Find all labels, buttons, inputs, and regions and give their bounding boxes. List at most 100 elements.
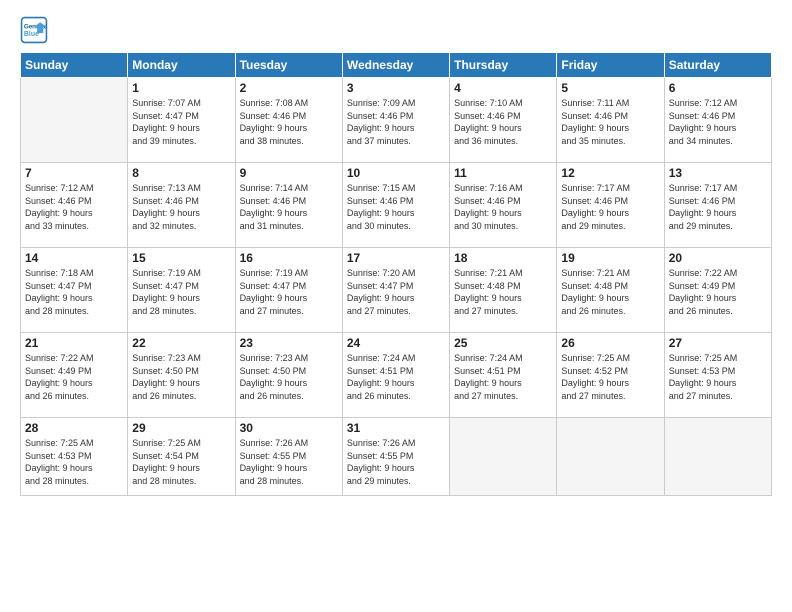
cell-info: Sunrise: 7:08 AMSunset: 4:46 PMDaylight:… — [240, 97, 338, 147]
day-number: 9 — [240, 166, 338, 180]
header-row: SundayMondayTuesdayWednesdayThursdayFrid… — [21, 53, 772, 78]
cell-info: Sunrise: 7:12 AMSunset: 4:46 PMDaylight:… — [669, 97, 767, 147]
day-number: 20 — [669, 251, 767, 265]
day-number: 13 — [669, 166, 767, 180]
calendar-cell: 14 Sunrise: 7:18 AMSunset: 4:47 PMDayligh… — [21, 248, 128, 333]
cell-info: Sunrise: 7:15 AMSunset: 4:46 PMDaylight:… — [347, 182, 445, 232]
calendar-cell: 24 Sunrise: 7:24 AMSunset: 4:51 PMDayligh… — [342, 333, 449, 418]
calendar-cell: 2Sunrise: 7:08 AMSunset: 4:46 PMDaylight… — [235, 78, 342, 163]
calendar-cell: 8 Sunrise: 7:13 AMSunset: 4:46 PMDaylight… — [128, 163, 235, 248]
cell-info: Sunrise: 7:25 AMSunset: 4:53 PMDaylight:… — [25, 437, 123, 487]
calendar-cell: 27Sunrise: 7:25 AMSunset: 4:53 PMDayligh… — [664, 333, 771, 418]
day-number: 21 — [25, 336, 123, 350]
day-number: 11 — [454, 166, 552, 180]
cell-info: Sunrise: 7:10 AMSunset: 4:46 PMDaylight:… — [454, 97, 552, 147]
day-number: 6 — [669, 81, 767, 95]
calendar-cell: 25Sunrise: 7:24 AMSunset: 4:51 PMDayligh… — [450, 333, 557, 418]
cell-info: Sunrise: 7:22 AMSunset: 4:49 PMDaylight:… — [669, 267, 767, 317]
col-header-wednesday: Wednesday — [342, 53, 449, 78]
day-number: 24 — [347, 336, 445, 350]
col-header-tuesday: Tuesday — [235, 53, 342, 78]
calendar-cell: 11Sunrise: 7:16 AMSunset: 4:46 PMDayligh… — [450, 163, 557, 248]
day-number: 26 — [561, 336, 659, 350]
day-number: 1 — [132, 81, 230, 95]
calendar-cell: 12 Sunrise: 7:17 AMSunset: 4:46 PMDayligh… — [557, 163, 664, 248]
col-header-saturday: Saturday — [664, 53, 771, 78]
col-header-sunday: Sunday — [21, 53, 128, 78]
calendar-cell: 9 Sunrise: 7:14 AMSunset: 4:46 PMDaylight… — [235, 163, 342, 248]
col-header-thursday: Thursday — [450, 53, 557, 78]
day-number: 5 — [561, 81, 659, 95]
week-row-2: 7 Sunrise: 7:12 AMSunset: 4:46 PMDaylight… — [21, 163, 772, 248]
calendar-cell: 7 Sunrise: 7:12 AMSunset: 4:46 PMDaylight… — [21, 163, 128, 248]
day-number: 22 — [132, 336, 230, 350]
col-header-friday: Friday — [557, 53, 664, 78]
cell-info: Sunrise: 7:09 AMSunset: 4:46 PMDaylight:… — [347, 97, 445, 147]
page: General Blue SundayMondayTuesdayWednesda… — [0, 0, 792, 612]
calendar-cell: 28 Sunrise: 7:25 AMSunset: 4:53 PMDayligh… — [21, 418, 128, 496]
cell-info: Sunrise: 7:18 AMSunset: 4:47 PMDaylight:… — [25, 267, 123, 317]
calendar-cell: 4Sunrise: 7:10 AMSunset: 4:46 PMDaylight… — [450, 78, 557, 163]
day-number: 28 — [25, 421, 123, 435]
logo-icon: General Blue — [20, 16, 48, 44]
cell-info: Sunrise: 7:19 AMSunset: 4:47 PMDaylight:… — [240, 267, 338, 317]
day-number: 3 — [347, 81, 445, 95]
calendar: SundayMondayTuesdayWednesdayThursdayFrid… — [20, 52, 772, 496]
calendar-cell: 22 Sunrise: 7:23 AMSunset: 4:50 PMDayligh… — [128, 333, 235, 418]
week-row-4: 21 Sunrise: 7:22 AMSunset: 4:49 PMDayligh… — [21, 333, 772, 418]
cell-info: Sunrise: 7:14 AMSunset: 4:46 PMDaylight:… — [240, 182, 338, 232]
cell-info: Sunrise: 7:26 AMSunset: 4:55 PMDaylight:… — [347, 437, 445, 487]
day-number: 18 — [454, 251, 552, 265]
calendar-cell: 30 Sunrise: 7:26 AMSunset: 4:55 PMDayligh… — [235, 418, 342, 496]
calendar-cell — [450, 418, 557, 496]
day-number: 30 — [240, 421, 338, 435]
cell-info: Sunrise: 7:25 AMSunset: 4:53 PMDaylight:… — [669, 352, 767, 402]
svg-text:Blue: Blue — [24, 31, 39, 38]
day-number: 19 — [561, 251, 659, 265]
cell-info: Sunrise: 7:21 AMSunset: 4:48 PMDaylight:… — [454, 267, 552, 317]
calendar-cell: 10 Sunrise: 7:15 AMSunset: 4:46 PMDayligh… — [342, 163, 449, 248]
calendar-cell: 16 Sunrise: 7:19 AMSunset: 4:47 PMDayligh… — [235, 248, 342, 333]
calendar-cell: 31 Sunrise: 7:26 AMSunset: 4:55 PMDayligh… — [342, 418, 449, 496]
calendar-cell: 26Sunrise: 7:25 AMSunset: 4:52 PMDayligh… — [557, 333, 664, 418]
calendar-cell: 6 Sunrise: 7:12 AMSunset: 4:46 PMDaylight… — [664, 78, 771, 163]
svg-text:General: General — [24, 23, 47, 30]
day-number: 15 — [132, 251, 230, 265]
header: General Blue — [20, 16, 772, 44]
day-number: 23 — [240, 336, 338, 350]
calendar-cell: 19 Sunrise: 7:21 AMSunset: 4:48 PMDayligh… — [557, 248, 664, 333]
cell-info: Sunrise: 7:21 AMSunset: 4:48 PMDaylight:… — [561, 267, 659, 317]
day-number: 8 — [132, 166, 230, 180]
cell-info: Sunrise: 7:23 AMSunset: 4:50 PMDaylight:… — [240, 352, 338, 402]
day-number: 12 — [561, 166, 659, 180]
calendar-cell: 3 Sunrise: 7:09 AMSunset: 4:46 PMDaylight… — [342, 78, 449, 163]
calendar-cell: 18 Sunrise: 7:21 AMSunset: 4:48 PMDayligh… — [450, 248, 557, 333]
cell-info: Sunrise: 7:17 AMSunset: 4:46 PMDaylight:… — [561, 182, 659, 232]
cell-info: Sunrise: 7:26 AMSunset: 4:55 PMDaylight:… — [240, 437, 338, 487]
cell-info: Sunrise: 7:23 AMSunset: 4:50 PMDaylight:… — [132, 352, 230, 402]
cell-info: Sunrise: 7:07 AMSunset: 4:47 PMDaylight:… — [132, 97, 230, 147]
calendar-cell — [21, 78, 128, 163]
day-number: 16 — [240, 251, 338, 265]
calendar-cell: 21 Sunrise: 7:22 AMSunset: 4:49 PMDayligh… — [21, 333, 128, 418]
calendar-cell: 17Sunrise: 7:20 AMSunset: 4:47 PMDayligh… — [342, 248, 449, 333]
col-header-monday: Monday — [128, 53, 235, 78]
calendar-cell: 23 Sunrise: 7:23 AMSunset: 4:50 PMDayligh… — [235, 333, 342, 418]
cell-info: Sunrise: 7:11 AMSunset: 4:46 PMDaylight:… — [561, 97, 659, 147]
day-number: 10 — [347, 166, 445, 180]
cell-info: Sunrise: 7:24 AMSunset: 4:51 PMDaylight:… — [347, 352, 445, 402]
calendar-cell: 20 Sunrise: 7:22 AMSunset: 4:49 PMDayligh… — [664, 248, 771, 333]
cell-info: Sunrise: 7:25 AMSunset: 4:54 PMDaylight:… — [132, 437, 230, 487]
day-number: 31 — [347, 421, 445, 435]
calendar-cell: 1 Sunrise: 7:07 AMSunset: 4:47 PMDaylight… — [128, 78, 235, 163]
cell-info: Sunrise: 7:19 AMSunset: 4:47 PMDaylight:… — [132, 267, 230, 317]
cell-info: Sunrise: 7:12 AMSunset: 4:46 PMDaylight:… — [25, 182, 123, 232]
cell-info: Sunrise: 7:13 AMSunset: 4:46 PMDaylight:… — [132, 182, 230, 232]
day-number: 7 — [25, 166, 123, 180]
cell-info: Sunrise: 7:22 AMSunset: 4:49 PMDaylight:… — [25, 352, 123, 402]
calendar-cell — [664, 418, 771, 496]
day-number: 14 — [25, 251, 123, 265]
calendar-cell: 15 Sunrise: 7:19 AMSunset: 4:47 PMDayligh… — [128, 248, 235, 333]
day-number: 17 — [347, 251, 445, 265]
logo: General Blue — [20, 16, 48, 44]
